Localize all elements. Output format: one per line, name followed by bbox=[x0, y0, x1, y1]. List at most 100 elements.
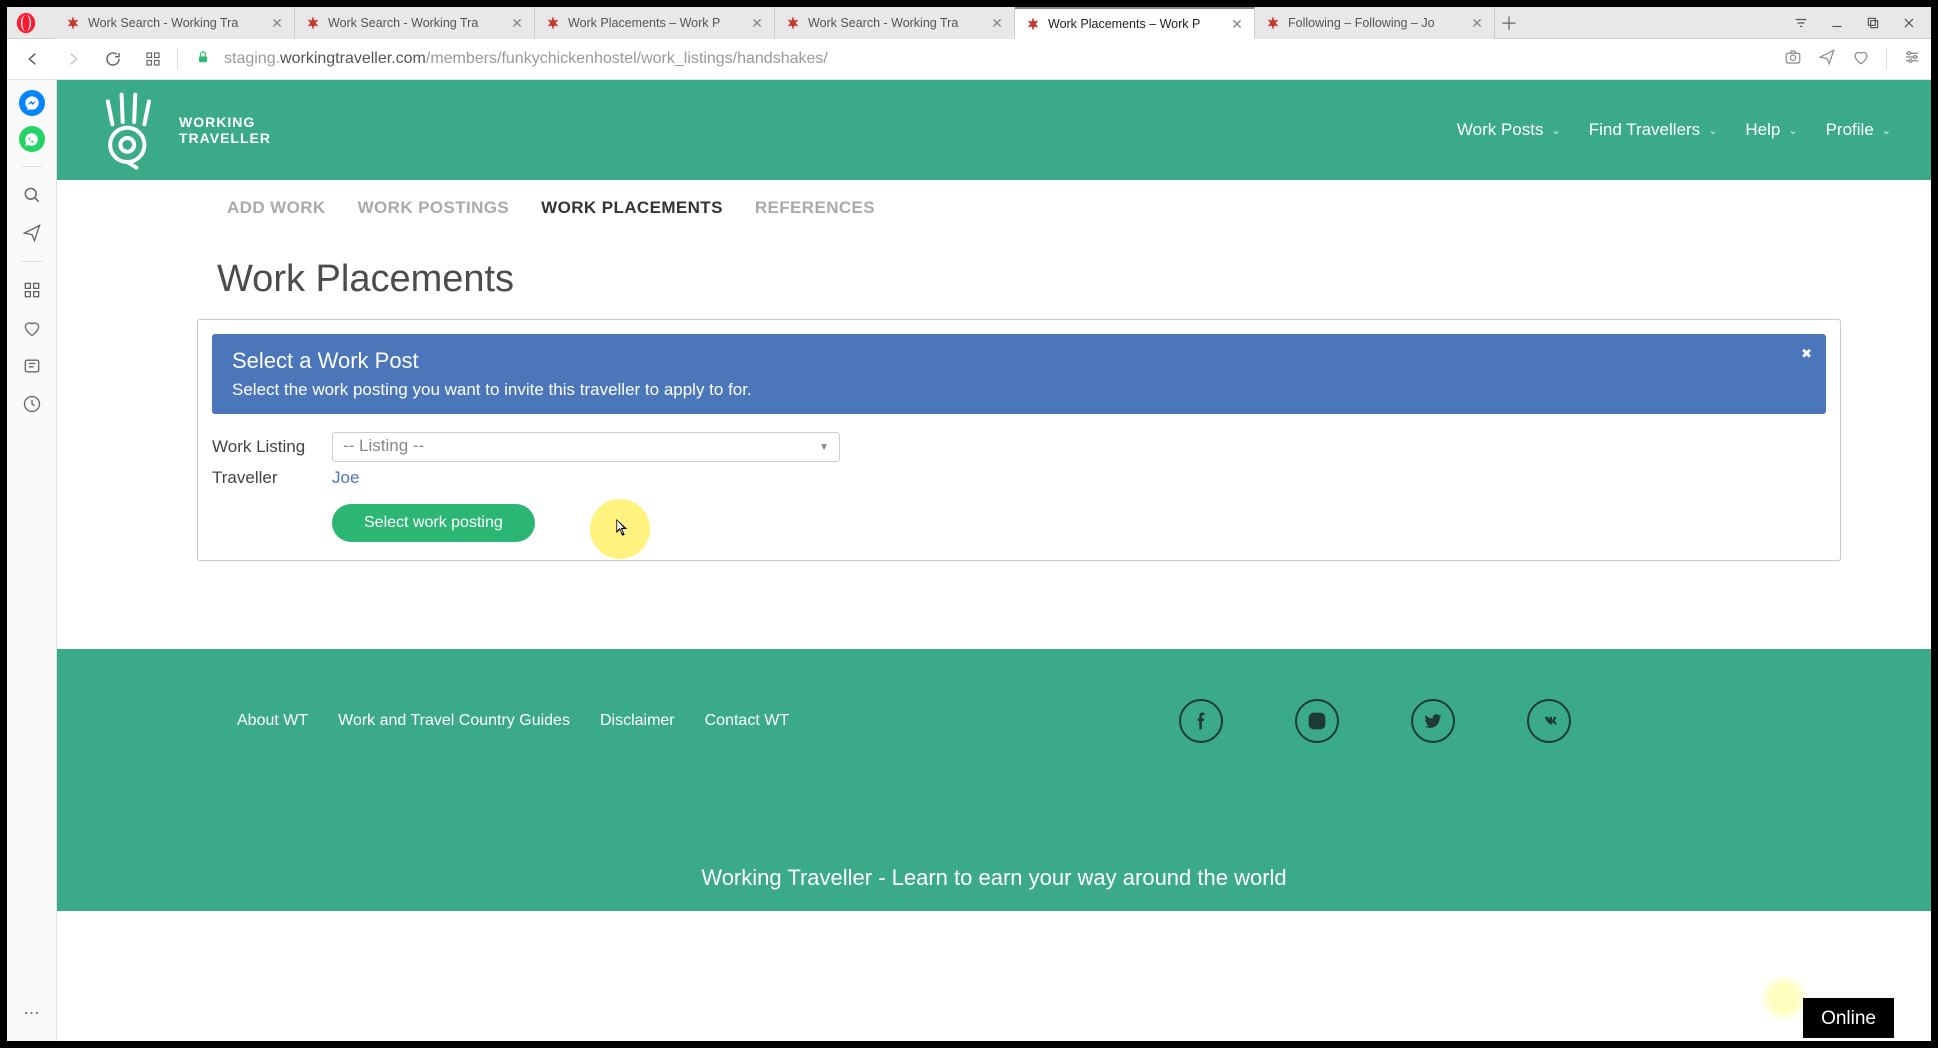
tabs-row: Work Search - Working Tra ✕ Work Search … bbox=[45, 7, 1783, 39]
close-icon[interactable]: ✕ bbox=[750, 16, 764, 30]
tab-3[interactable]: Work Search - Working Tra ✕ bbox=[775, 7, 1015, 39]
select-work-posting-button[interactable]: Select work posting bbox=[332, 504, 535, 542]
placement-card: Select a Work Post Select the work posti… bbox=[197, 319, 1841, 561]
site-nav: Work Posts⌄ Find Travellers⌄ Help⌄ Profi… bbox=[1457, 120, 1891, 140]
chevron-down-icon: ⌄ bbox=[1882, 124, 1891, 137]
back-button[interactable] bbox=[17, 43, 49, 75]
footer-link-disclaimer[interactable]: Disclaimer bbox=[600, 712, 675, 730]
footer-tagline: Working Traveller - Learn to earn your w… bbox=[97, 865, 1891, 891]
twitter-icon[interactable] bbox=[1411, 699, 1455, 743]
speeddial-rail-icon[interactable] bbox=[18, 276, 46, 304]
window-titlebar: Work Search - Working Tra ✕ Work Search … bbox=[7, 7, 1931, 39]
page-body: Work Placements Select a Work Post Selec… bbox=[57, 236, 1931, 561]
close-icon[interactable]: ✕ bbox=[1230, 17, 1244, 31]
window-controls bbox=[1783, 7, 1927, 39]
select-value: -- Listing -- bbox=[343, 436, 424, 455]
footer-social bbox=[1179, 699, 1571, 743]
tab-title-4: Work Placements – Work P bbox=[1048, 17, 1224, 31]
tab-1[interactable]: Work Search - Working Tra ✕ bbox=[295, 7, 535, 39]
traveller-link[interactable]: Joe bbox=[332, 468, 359, 488]
history-rail-icon[interactable] bbox=[18, 390, 46, 418]
opera-logo[interactable] bbox=[7, 7, 45, 39]
footer-link-guides[interactable]: Work and Travel Country Guides bbox=[338, 712, 570, 730]
search-rail-icon[interactable] bbox=[18, 181, 46, 209]
tab-title-3: Work Search - Working Tra bbox=[808, 16, 984, 30]
footer-link-about[interactable]: About WT bbox=[237, 712, 308, 730]
row-traveller: Traveller Joe bbox=[212, 468, 1826, 488]
label-traveller: Traveller bbox=[212, 468, 332, 488]
tab-menu-icon[interactable] bbox=[1783, 7, 1819, 39]
tab-title-1: Work Search - Working Tra bbox=[328, 16, 504, 30]
online-badge[interactable]: Online bbox=[1803, 998, 1894, 1038]
work-listing-select[interactable]: -- Listing -- ▼ bbox=[332, 432, 840, 462]
logo-text-top: WORKING bbox=[179, 114, 271, 130]
forward-button[interactable] bbox=[57, 43, 89, 75]
nav-find-travellers[interactable]: Find Travellers⌄ bbox=[1589, 120, 1718, 140]
nav-work-posts[interactable]: Work Posts⌄ bbox=[1457, 120, 1561, 140]
url-text: staging.workingtraveller.com/members/fun… bbox=[224, 50, 828, 68]
site-logo[interactable]: WORKING TRAVELLER bbox=[97, 90, 271, 170]
speed-dial-icon[interactable] bbox=[137, 43, 169, 75]
tab-0[interactable]: Work Search - Working Tra ✕ bbox=[55, 7, 295, 39]
footer-link-contact[interactable]: Contact WT bbox=[705, 712, 789, 730]
tab-title-5: Following – Following – Jo bbox=[1288, 16, 1464, 30]
page-viewport: WORKING TRAVELLER Work Posts⌄ Find Trave… bbox=[57, 80, 1931, 1041]
vk-icon[interactable] bbox=[1527, 699, 1571, 743]
subnav-add-work[interactable]: ADD WORK bbox=[227, 198, 326, 218]
close-window-icon[interactable] bbox=[1891, 7, 1927, 39]
rail-more-icon[interactable]: ⋯ bbox=[18, 999, 46, 1027]
whatsapp-icon[interactable] bbox=[19, 126, 45, 152]
send-icon[interactable] bbox=[1818, 48, 1836, 71]
subnav-work-postings[interactable]: WORK POSTINGS bbox=[358, 198, 510, 218]
close-icon[interactable]: ✕ bbox=[510, 16, 524, 30]
maximize-icon[interactable] bbox=[1855, 7, 1891, 39]
logo-text-bottom: TRAVELLER bbox=[179, 130, 271, 146]
tab-title-2: Work Placements – Work P bbox=[568, 16, 744, 30]
messenger-icon[interactable] bbox=[19, 90, 45, 116]
news-rail-icon[interactable] bbox=[18, 352, 46, 380]
chevron-down-icon: ⌄ bbox=[1551, 124, 1560, 137]
reload-button[interactable] bbox=[97, 43, 129, 75]
chevron-down-icon: ⌄ bbox=[1788, 124, 1797, 137]
subnav-references[interactable]: REFERENCES bbox=[755, 198, 875, 218]
sidebar-rail: ⋯ bbox=[7, 80, 57, 1041]
label-work-listing: Work Listing bbox=[212, 437, 332, 457]
close-icon[interactable]: ✕ bbox=[1470, 16, 1484, 30]
heart-icon[interactable] bbox=[1852, 48, 1870, 71]
toolbar-right bbox=[1784, 48, 1921, 71]
nav-help[interactable]: Help⌄ bbox=[1745, 120, 1797, 140]
easy-setup-icon[interactable] bbox=[1903, 48, 1921, 71]
url-input[interactable]: staging.workingtraveller.com/members/fun… bbox=[186, 43, 1776, 75]
alert-info: Select a Work Post Select the work posti… bbox=[212, 334, 1826, 414]
tab-5[interactable]: Following – Following – Jo ✕ bbox=[1255, 7, 1495, 39]
flow-rail-icon[interactable] bbox=[18, 219, 46, 247]
subnav: ADD WORK WORK POSTINGS WORK PLACEMENTS R… bbox=[57, 180, 1931, 236]
chevron-down-icon: ⌄ bbox=[1708, 124, 1717, 137]
content-row: ⋯ WORKING TRAVELLER Work Posts⌄ bbox=[7, 80, 1931, 1041]
close-icon[interactable]: ✕ bbox=[990, 16, 1004, 30]
camera-icon[interactable] bbox=[1784, 48, 1802, 71]
alert-title: Select a Work Post bbox=[232, 348, 1806, 374]
footer-links: About WT Work and Travel Country Guides … bbox=[237, 699, 789, 743]
chevron-down-icon: ▼ bbox=[819, 442, 829, 453]
online-glow bbox=[1760, 974, 1808, 1022]
site-footer: About WT Work and Travel Country Guides … bbox=[57, 649, 1931, 911]
new-tab-button[interactable]: ＋ bbox=[1495, 7, 1523, 39]
minimize-icon[interactable] bbox=[1819, 7, 1855, 39]
tab-title-0: Work Search - Working Tra bbox=[88, 16, 264, 30]
address-bar: staging.workingtraveller.com/members/fun… bbox=[7, 39, 1931, 80]
bookmarks-rail-icon[interactable] bbox=[18, 314, 46, 342]
alert-body: Select the work posting you want to invi… bbox=[232, 380, 1806, 400]
subnav-work-placements[interactable]: WORK PLACEMENTS bbox=[541, 198, 723, 218]
nav-profile[interactable]: Profile⌄ bbox=[1826, 120, 1891, 140]
tab-2[interactable]: Work Placements – Work P ✕ bbox=[535, 7, 775, 39]
instagram-icon[interactable] bbox=[1295, 699, 1339, 743]
tab-4-active[interactable]: Work Placements – Work P ✕ bbox=[1015, 7, 1255, 39]
alert-close-icon[interactable]: ✖ bbox=[1801, 346, 1812, 362]
page-title: Work Placements bbox=[217, 258, 1931, 301]
lock-icon bbox=[196, 50, 210, 69]
facebook-icon[interactable] bbox=[1179, 699, 1223, 743]
row-listing: Work Listing -- Listing -- ▼ bbox=[212, 432, 1826, 462]
site-header: WORKING TRAVELLER Work Posts⌄ Find Trave… bbox=[57, 80, 1931, 180]
close-icon[interactable]: ✕ bbox=[270, 16, 284, 30]
